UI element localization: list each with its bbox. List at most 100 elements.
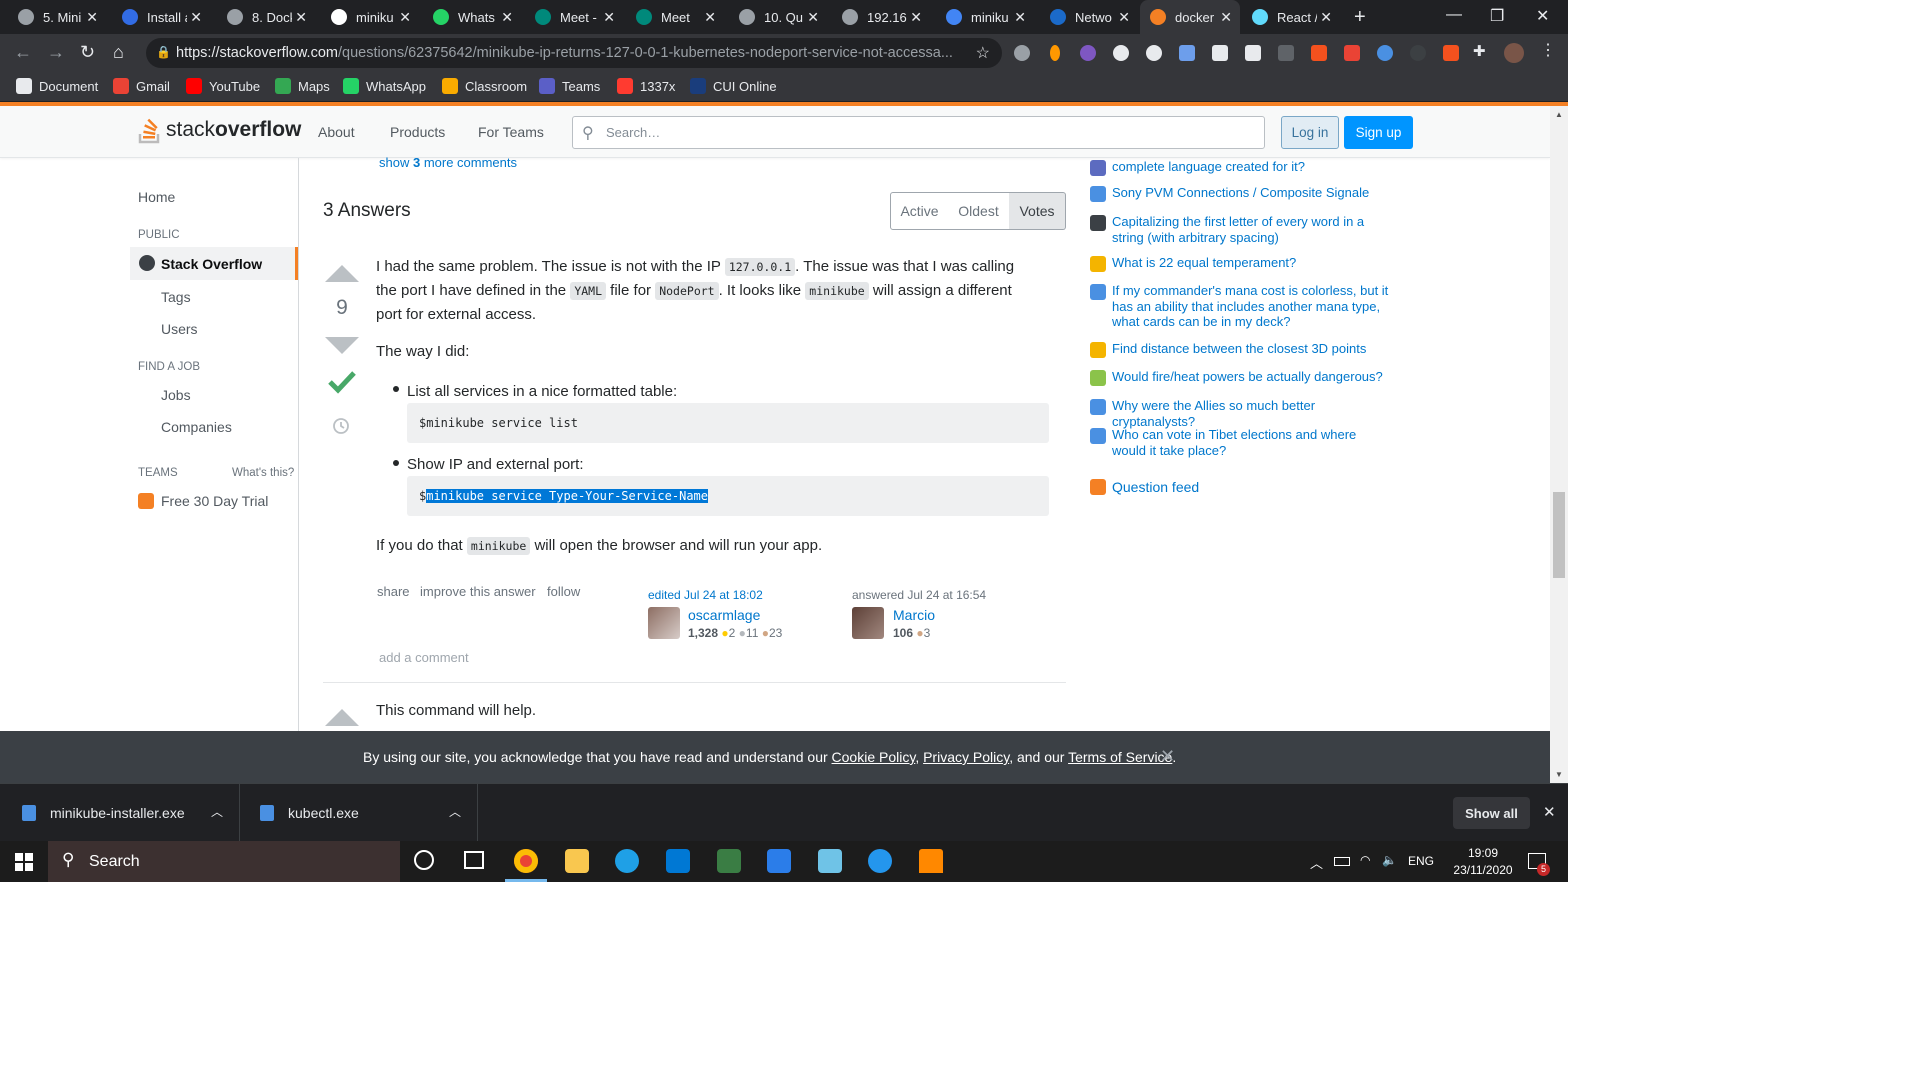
browser-tab[interactable]: Meet - ✕ xyxy=(525,0,623,34)
tab-close-icon[interactable]: ✕ xyxy=(295,9,307,26)
file-explorer-icon[interactable] xyxy=(565,849,589,873)
reload-icon[interactable]: ↻ xyxy=(80,42,95,63)
bookmark-item[interactable]: Teams xyxy=(539,78,600,94)
terms-of-service-link[interactable]: Terms of Service xyxy=(1068,749,1172,765)
task-view-icon[interactable] xyxy=(464,851,484,869)
close-icon[interactable]: ✕ xyxy=(1160,746,1175,767)
edited-timestamp[interactable]: edited Jul 24 at 18:02 xyxy=(648,588,763,602)
bookmark-item[interactable]: Maps xyxy=(275,78,330,94)
chevron-up-icon[interactable]: ︿ xyxy=(449,803,461,820)
bookmark-item[interactable]: Document xyxy=(16,78,98,94)
bookmark-item[interactable]: Gmail xyxy=(113,78,170,94)
tab-close-icon[interactable]: ✕ xyxy=(501,9,513,26)
tab-close-icon[interactable]: ✕ xyxy=(910,9,922,26)
upvote-button[interactable] xyxy=(325,709,359,726)
tab-close-icon[interactable]: ✕ xyxy=(399,9,411,26)
battery-icon[interactable] xyxy=(1334,857,1350,866)
bookmark-item[interactable]: CUI Online xyxy=(690,78,777,94)
sort-votes-button[interactable]: Votes xyxy=(1009,192,1066,230)
address-bar[interactable]: 🔒 https://stackoverflow.com/questions/62… xyxy=(146,38,1002,68)
download-item[interactable]: kubectl.exe ︿ xyxy=(260,784,478,842)
browser-tab[interactable]: Netwo ✕ xyxy=(1040,0,1138,34)
tab-close-icon[interactable]: ✕ xyxy=(603,9,615,26)
extension-icon[interactable] xyxy=(1377,45,1393,61)
whats-this-link[interactable]: What's this? xyxy=(232,467,294,479)
tab-close-icon[interactable]: ✕ xyxy=(1320,9,1332,26)
history-icon[interactable] xyxy=(332,417,350,435)
close-downloads-icon[interactable]: ✕ xyxy=(1543,803,1556,821)
upvote-button[interactable] xyxy=(325,265,359,282)
browser-tab[interactable]: 5. Mini ✕ xyxy=(8,0,106,34)
close-window-icon[interactable]: ✕ xyxy=(1536,6,1549,26)
chrome-taskbar-icon[interactable] xyxy=(514,849,538,873)
minimize-icon[interactable]: — xyxy=(1446,6,1462,24)
react-devtools-icon[interactable] xyxy=(1113,45,1129,61)
login-button[interactable]: Log in xyxy=(1281,116,1339,149)
language-indicator[interactable]: ENG xyxy=(1408,854,1434,868)
app-icon[interactable] xyxy=(818,849,842,873)
hot-question-item[interactable]: Why were the Allies so much better crypt… xyxy=(1090,398,1390,429)
browser-tab[interactable]: Meet ✕ xyxy=(626,0,724,34)
extension-icon[interactable] xyxy=(1080,45,1096,61)
wifi-icon[interactable]: ◠ xyxy=(1360,853,1370,867)
sort-oldest-button[interactable]: Oldest xyxy=(948,192,1010,230)
browser-tab[interactable]: miniku ✕ xyxy=(321,0,419,34)
browser-tab[interactable]: Whats ✕ xyxy=(423,0,521,34)
page-scrollbar[interactable]: ▲ ▼ xyxy=(1550,106,1568,783)
follow-link[interactable]: follow xyxy=(547,584,580,599)
vlc-icon[interactable] xyxy=(919,849,943,873)
add-comment-link[interactable]: add a comment xyxy=(379,650,469,665)
vscode-icon[interactable] xyxy=(666,849,690,873)
extension-icon[interactable] xyxy=(1311,45,1327,61)
bookmark-item[interactable]: WhatsApp xyxy=(343,78,426,94)
hot-question-item[interactable]: What is 22 equal temperament? xyxy=(1090,255,1390,272)
bookmark-star-icon[interactable]: ☆ xyxy=(976,43,990,63)
tab-close-icon[interactable]: ✕ xyxy=(1220,9,1232,26)
browser-tab[interactable]: 8. Dock ✕ xyxy=(217,0,315,34)
bookmark-item[interactable]: Classroom xyxy=(442,78,527,94)
restore-icon[interactable]: ❐ xyxy=(1490,6,1504,26)
browser-tab[interactable]: 192.16 ✕ xyxy=(832,0,930,34)
clock[interactable]: 19:09 23/11/2020 xyxy=(1448,845,1518,879)
browser-tab[interactable]: React / ✕ xyxy=(1242,0,1340,34)
sort-active-button[interactable]: Active xyxy=(890,192,949,230)
volume-icon[interactable]: 🔈 xyxy=(1382,853,1397,867)
hot-question-item[interactable]: Sony PVM Connections / Composite Signale xyxy=(1090,185,1390,202)
hot-question-item[interactable]: Would fire/heat powers be actually dange… xyxy=(1090,369,1390,386)
taskbar-search-box[interactable]: ⚲ Search xyxy=(48,841,400,882)
tab-close-icon[interactable]: ✕ xyxy=(807,9,819,26)
chevron-up-icon[interactable]: ︿ xyxy=(211,803,223,820)
privacy-policy-link[interactable]: Privacy Policy xyxy=(923,749,1009,765)
cortana-icon[interactable] xyxy=(414,850,434,870)
browser-tab[interactable]: 10. Qu ✕ xyxy=(729,0,827,34)
show-more-comments-link[interactable]: show 3 more comments xyxy=(379,155,517,170)
browser-tab[interactable]: miniku ✕ xyxy=(936,0,1034,34)
edge-icon[interactable] xyxy=(615,849,639,873)
tab-close-icon[interactable]: ✕ xyxy=(190,9,202,26)
sidebar-item-companies[interactable]: Companies xyxy=(161,419,232,435)
sidebar-item-users[interactable]: Users xyxy=(161,321,198,337)
extension-icon[interactable] xyxy=(1410,45,1426,61)
extension-icon[interactable] xyxy=(1245,45,1261,61)
author-name[interactable]: Marcio xyxy=(893,607,935,623)
extension-icon[interactable] xyxy=(1278,45,1294,61)
nav-for-teams[interactable]: For Teams xyxy=(478,124,544,140)
show-all-downloads-button[interactable]: Show all xyxy=(1453,797,1530,829)
more-menu-icon[interactable]: ⋮ xyxy=(1540,40,1556,59)
browser-tab[interactable]: Install a✕ xyxy=(112,0,210,34)
extension-icon[interactable] xyxy=(1014,45,1030,61)
tab-close-icon[interactable]: ✕ xyxy=(704,9,716,26)
editor-avatar[interactable] xyxy=(648,607,680,639)
tab-close-icon[interactable]: ✕ xyxy=(1014,9,1026,26)
free-trial-link[interactable]: Free 30 Day Trial xyxy=(161,493,268,509)
scrollbar-thumb[interactable] xyxy=(1553,492,1565,578)
hot-question-item[interactable]: complete language created for it? xyxy=(1090,159,1390,176)
sidebar-item-tags[interactable]: Tags xyxy=(161,289,191,305)
scroll-up-icon[interactable]: ▲ xyxy=(1555,110,1563,119)
extension-icon[interactable] xyxy=(1443,45,1459,61)
bookmark-item[interactable]: YouTube xyxy=(186,78,260,94)
extension-icon[interactable] xyxy=(1146,45,1162,61)
share-link[interactable]: share xyxy=(377,584,410,599)
lock-icon[interactable]: 🔒 xyxy=(156,45,171,59)
editor-name[interactable]: oscarmlage xyxy=(688,607,760,623)
